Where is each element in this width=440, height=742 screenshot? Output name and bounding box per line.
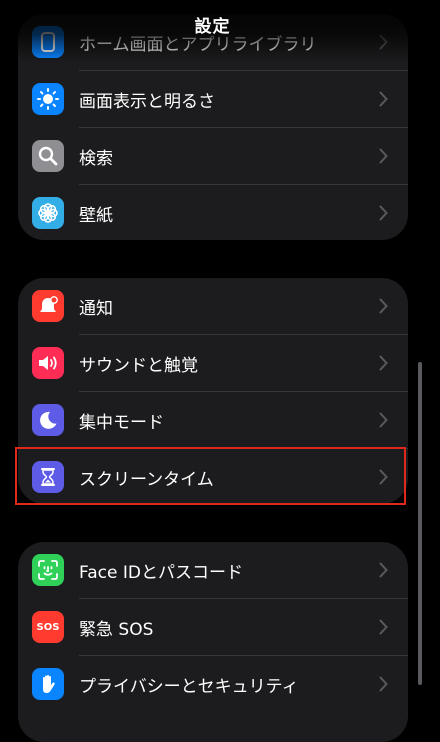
page-title: 設定: [194, 17, 231, 37]
settings-group-display: ホーム画面とアプリライブラリ 画面表示と明るさ 検索 壁紙: [18, 14, 408, 240]
settings-row-search[interactable]: 検索: [18, 128, 408, 185]
speaker-icon: [32, 347, 64, 379]
sos-icon: SOS: [32, 611, 64, 643]
face-id-icon: [32, 554, 64, 586]
settings-row-face-id[interactable]: Face IDとパスコード: [18, 542, 408, 599]
settings-row-label: 集中モード: [79, 413, 164, 433]
settings-row-display[interactable]: 画面表示と明るさ: [18, 71, 408, 128]
highlight-box: [15, 447, 406, 505]
settings-row-label: 通知: [79, 299, 113, 319]
chevron-right-icon: [379, 619, 388, 635]
settings-row-sounds[interactable]: サウンドと触覚: [18, 335, 408, 392]
scrollbar[interactable]: [418, 362, 422, 685]
chevron-right-icon: [379, 412, 388, 428]
settings-group-security: Face IDとパスコード SOS 緊急 SOS プライバシーとセキュリティ: [18, 542, 408, 742]
sos-badge-text: SOS: [36, 621, 60, 633]
settings-row-label: サウンドと触覚: [79, 356, 198, 376]
chevron-right-icon: [379, 562, 388, 578]
chevron-right-icon: [379, 298, 388, 314]
settings-row-notifications[interactable]: 通知: [18, 278, 408, 335]
chevron-right-icon: [379, 148, 388, 164]
chevron-right-icon: [379, 676, 388, 692]
chevron-right-icon: [379, 355, 388, 371]
chevron-right-icon: [379, 91, 388, 107]
moon-icon: [32, 404, 64, 436]
flower-icon: [32, 197, 64, 229]
settings-row-emergency-sos[interactable]: SOS 緊急 SOS: [18, 599, 408, 656]
settings-row-label: Face IDとパスコード: [79, 563, 243, 583]
settings-row-focus[interactable]: 集中モード: [18, 392, 408, 449]
settings-row-label: 画面表示と明るさ: [79, 92, 215, 112]
settings-row-label: 検索: [79, 149, 113, 169]
chevron-right-icon: [379, 205, 388, 221]
bell-icon: [32, 290, 64, 322]
settings-row-label: 壁紙: [79, 206, 113, 226]
settings-row-label: 緊急 SOS: [79, 620, 154, 640]
settings-row-wallpaper[interactable]: 壁紙: [18, 185, 408, 240]
sun-icon: [32, 83, 64, 115]
hand-icon: [32, 668, 64, 700]
magnifier-icon: [32, 140, 64, 172]
